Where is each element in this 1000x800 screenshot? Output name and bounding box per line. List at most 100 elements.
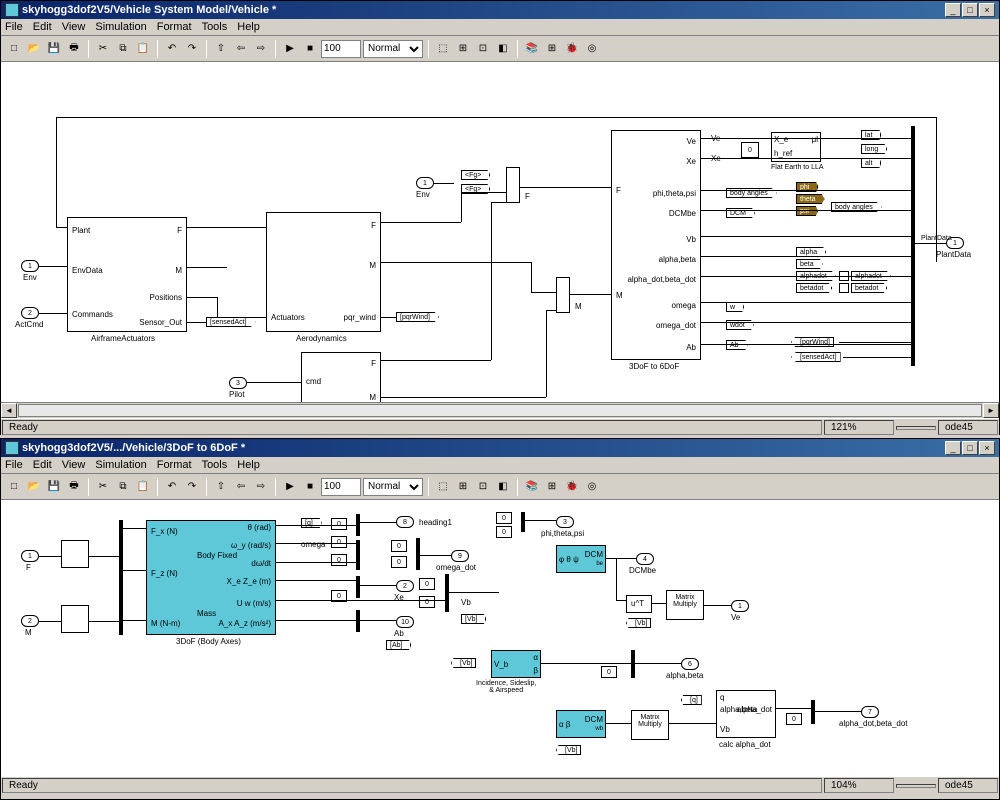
copy-button[interactable]: ⧉ bbox=[114, 478, 132, 496]
play-button[interactable]: ▶ bbox=[281, 478, 299, 496]
paste-button[interactable]: 📋 bbox=[134, 478, 152, 496]
model-canvas[interactable]: 2 ActCmd Plant EnvData Commands Position… bbox=[1, 62, 999, 402]
block-3dof-body-axes[interactable]: F_x (N) F_z (N) M (N-m) θ (rad) ω_y (rad… bbox=[146, 520, 276, 635]
mux-ab[interactable] bbox=[356, 610, 360, 632]
target-button[interactable]: ◎ bbox=[583, 478, 601, 496]
goto-betadot2[interactable]: betadot bbox=[851, 283, 887, 293]
undo-button[interactable]: ↶ bbox=[163, 478, 181, 496]
from-vb3[interactable]: [Vb] bbox=[626, 618, 651, 628]
inport-actcmd[interactable]: 2 bbox=[21, 307, 39, 319]
nav-fwd-button[interactable]: ⇨ bbox=[252, 478, 270, 496]
scope-betadot[interactable] bbox=[839, 283, 849, 293]
menu-edit[interactable]: Edit bbox=[33, 21, 52, 33]
paste-button[interactable]: 📋 bbox=[134, 40, 152, 58]
mux-xe[interactable] bbox=[356, 576, 360, 598]
nav-fwd-button[interactable]: ⇨ bbox=[252, 40, 270, 58]
menu-tools[interactable]: Tools bbox=[202, 459, 228, 471]
mux-heading[interactable] bbox=[356, 514, 360, 536]
block-aerodynamics[interactable]: Actuators pqr_wind F M bbox=[266, 212, 381, 332]
from-q[interactable]: [q] bbox=[681, 695, 702, 705]
block-matmul2[interactable]: Matrix Multiply bbox=[631, 710, 669, 740]
goto-ab2[interactable]: [Ab] bbox=[386, 640, 411, 650]
const-10[interactable]: 0 bbox=[496, 512, 512, 524]
outport-phi[interactable]: 3 bbox=[556, 516, 574, 528]
menu-tools[interactable]: Tools bbox=[202, 21, 228, 33]
menu-view[interactable]: View bbox=[62, 459, 86, 471]
maximize-button[interactable]: □ bbox=[962, 3, 978, 17]
from-vb5[interactable]: [Vb] bbox=[556, 745, 581, 755]
target-button[interactable]: ◎ bbox=[583, 40, 601, 58]
selector-fg1[interactable]: <Fg> bbox=[461, 170, 490, 180]
block-3dof-to-6dof[interactable]: F M Ve Xe phi,theta,psi DCMbe Vb alpha,b… bbox=[611, 130, 701, 360]
demux-f[interactable] bbox=[119, 520, 123, 635]
tool-d-icon[interactable]: ◧ bbox=[494, 478, 512, 496]
block-incidence[interactable]: V_b α β bbox=[491, 650, 541, 678]
menu-format[interactable]: Format bbox=[157, 459, 192, 471]
undo-button[interactable]: ↶ bbox=[163, 40, 181, 58]
close-button[interactable]: × bbox=[979, 441, 995, 455]
save-button[interactable]: 💾 bbox=[45, 40, 63, 58]
redo-button[interactable]: ↷ bbox=[183, 478, 201, 496]
goto-q[interactable]: [q] bbox=[301, 518, 322, 528]
const-06[interactable]: 0 bbox=[391, 540, 407, 552]
const-12[interactable]: 0 bbox=[601, 666, 617, 678]
tool-a-icon[interactable]: ⬚ bbox=[434, 40, 452, 58]
goto-pqrwind[interactable]: [pqrWind] bbox=[396, 312, 439, 322]
model-explorer-button[interactable]: ⊞ bbox=[543, 478, 561, 496]
from-vb4[interactable]: [Vb] bbox=[451, 658, 476, 668]
debug-button[interactable]: 🐞 bbox=[563, 478, 581, 496]
inport-env[interactable]: 1 bbox=[21, 260, 39, 272]
scroll-right-icon[interactable]: ► bbox=[983, 403, 999, 418]
inport-m[interactable]: 2 bbox=[21, 615, 39, 627]
goto-theta[interactable]: theta bbox=[796, 194, 825, 204]
menu-simulation[interactable]: Simulation bbox=[95, 21, 146, 33]
stop-time-input[interactable] bbox=[321, 478, 361, 496]
stop-button[interactable]: ■ bbox=[301, 40, 319, 58]
goto-psi[interactable]: psi bbox=[796, 206, 818, 216]
menu-edit[interactable]: Edit bbox=[33, 459, 52, 471]
open-button[interactable]: 📂 bbox=[25, 478, 43, 496]
library-button[interactable]: 📚 bbox=[523, 40, 541, 58]
goto-betadot-c[interactable]: betadot bbox=[796, 283, 832, 293]
cut-button[interactable]: ✂ bbox=[94, 40, 112, 58]
redo-button[interactable]: ↷ bbox=[183, 40, 201, 58]
menu-simulation[interactable]: Simulation bbox=[95, 459, 146, 471]
save-button[interactable]: 💾 bbox=[45, 478, 63, 496]
outport-heading[interactable]: 8 bbox=[396, 516, 414, 528]
minimize-button[interactable]: _ bbox=[945, 441, 961, 455]
selector-f[interactable] bbox=[61, 540, 89, 568]
mux-omega[interactable] bbox=[356, 540, 360, 570]
goto-sensedact[interactable]: [sensedAct] bbox=[206, 317, 256, 327]
block-propulsion[interactable]: cmd F M bbox=[301, 352, 381, 402]
goto-w[interactable]: w bbox=[726, 302, 744, 312]
outport-omegadot[interactable]: 9 bbox=[451, 550, 469, 562]
goto-alt[interactable]: alt bbox=[861, 158, 881, 168]
tool-a-icon[interactable]: ⬚ bbox=[434, 478, 452, 496]
const-09[interactable]: 0 bbox=[419, 596, 435, 608]
mux-vb[interactable] bbox=[445, 574, 449, 612]
model-canvas[interactable]: 1 F 2 M F_x (N) F_z (N) M (N-m) θ (rad) … bbox=[1, 500, 999, 776]
const-07[interactable]: 0 bbox=[391, 556, 407, 568]
play-button[interactable]: ▶ bbox=[281, 40, 299, 58]
from-sensedact[interactable]: [sensedAct] bbox=[791, 352, 841, 362]
block-calcalpha[interactable]: q alpha,beta Vb alpha_dot bbox=[716, 690, 776, 738]
tool-b-icon[interactable]: ⊞ bbox=[454, 40, 472, 58]
outport-dcmbe[interactable]: 4 bbox=[636, 553, 654, 565]
nav-up-button[interactable]: ⇧ bbox=[212, 40, 230, 58]
goto-vb[interactable]: [Vb] bbox=[461, 614, 486, 624]
goto-long[interactable]: long bbox=[861, 144, 887, 154]
const-02[interactable]: 0 bbox=[331, 536, 347, 548]
mux-phi[interactable] bbox=[521, 512, 525, 532]
debug-button[interactable]: 🐞 bbox=[563, 40, 581, 58]
nav-back-button[interactable]: ⇦ bbox=[232, 40, 250, 58]
mux-omega2[interactable] bbox=[416, 538, 420, 570]
block-dcm1[interactable]: φ θ ψ DCM be bbox=[556, 545, 606, 573]
outport-ve[interactable]: 1 bbox=[731, 600, 749, 612]
mux-abdot[interactable] bbox=[811, 700, 815, 724]
tool-d-icon[interactable]: ◧ bbox=[494, 40, 512, 58]
menu-help[interactable]: Help bbox=[237, 21, 260, 33]
mux-alphabeta[interactable] bbox=[631, 650, 635, 678]
new-button[interactable]: □ bbox=[5, 40, 23, 58]
outport-xe[interactable]: 2 bbox=[396, 580, 414, 592]
maximize-button[interactable]: □ bbox=[962, 441, 978, 455]
